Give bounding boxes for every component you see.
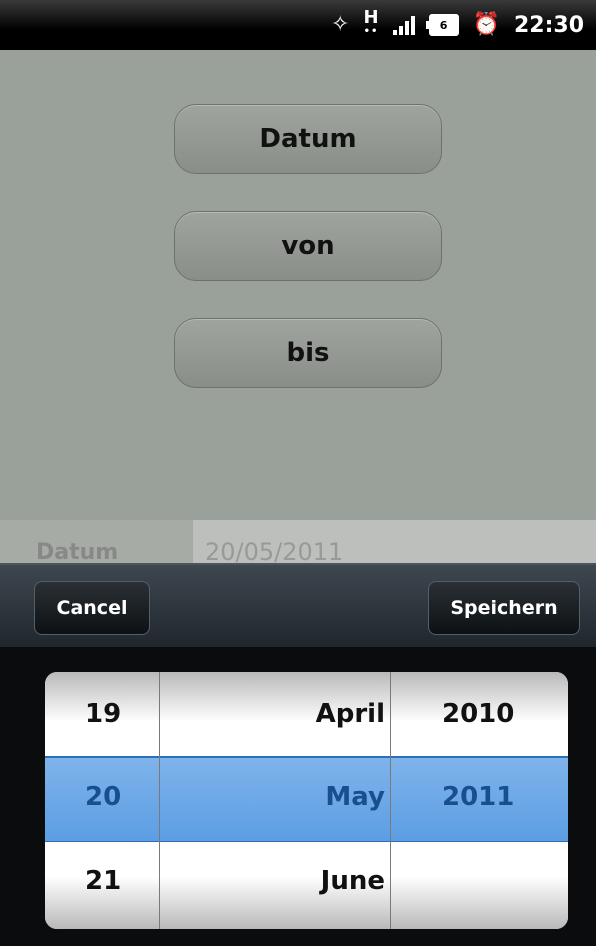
picker-day: 20	[85, 782, 122, 812]
picker-row-next[interactable]: 21 June	[45, 842, 568, 929]
picker-row-previous[interactable]: 19 April 2010	[45, 672, 568, 755]
network-type-icon: H ••	[363, 7, 379, 38]
von-button[interactable]: von	[174, 211, 442, 281]
clock-time: 22:30	[513, 12, 584, 38]
picker-day: 19	[85, 699, 122, 729]
save-button[interactable]: Speichern	[428, 581, 580, 635]
vibrate-icon: ✧	[331, 12, 350, 37]
date-field-label: Datum	[36, 540, 119, 565]
date-field-row: Datum 20/05/2011	[0, 520, 596, 568]
picker-year: 2011	[442, 782, 515, 812]
picker-month: May	[325, 782, 385, 812]
date-field-value: 20/05/2011	[205, 538, 344, 566]
network-type-label: H	[363, 7, 379, 28]
bis-button[interactable]: bis	[174, 318, 442, 388]
picker-year: 2010	[442, 699, 515, 729]
picker-column-divider	[159, 672, 160, 929]
battery-level: 6	[439, 18, 448, 32]
datum-button[interactable]: Datum	[174, 104, 442, 174]
picker-month: June	[320, 866, 385, 896]
picker-row-selected[interactable]: 20 May 2011	[45, 756, 568, 843]
picker-column-divider	[390, 672, 391, 929]
signal-icon	[392, 15, 415, 35]
status-bar: ✧ H •• 6 ⏰ 22:30	[0, 0, 596, 50]
date-picker-toolbar: Cancel Speichern	[0, 563, 596, 649]
date-field-input[interactable]: 20/05/2011	[193, 520, 596, 568]
battery-icon: 6	[425, 14, 459, 36]
date-picker-wheel[interactable]: 19 April 2010 20 May 2011 21 June	[45, 672, 568, 929]
alarm-clock-icon: ⏰	[472, 12, 500, 37]
cancel-button[interactable]: Cancel	[34, 581, 150, 635]
picker-month: April	[315, 699, 385, 729]
status-icons: ✧ H •• 6 ⏰ 22:30	[331, 0, 584, 50]
picker-day: 21	[85, 866, 122, 896]
